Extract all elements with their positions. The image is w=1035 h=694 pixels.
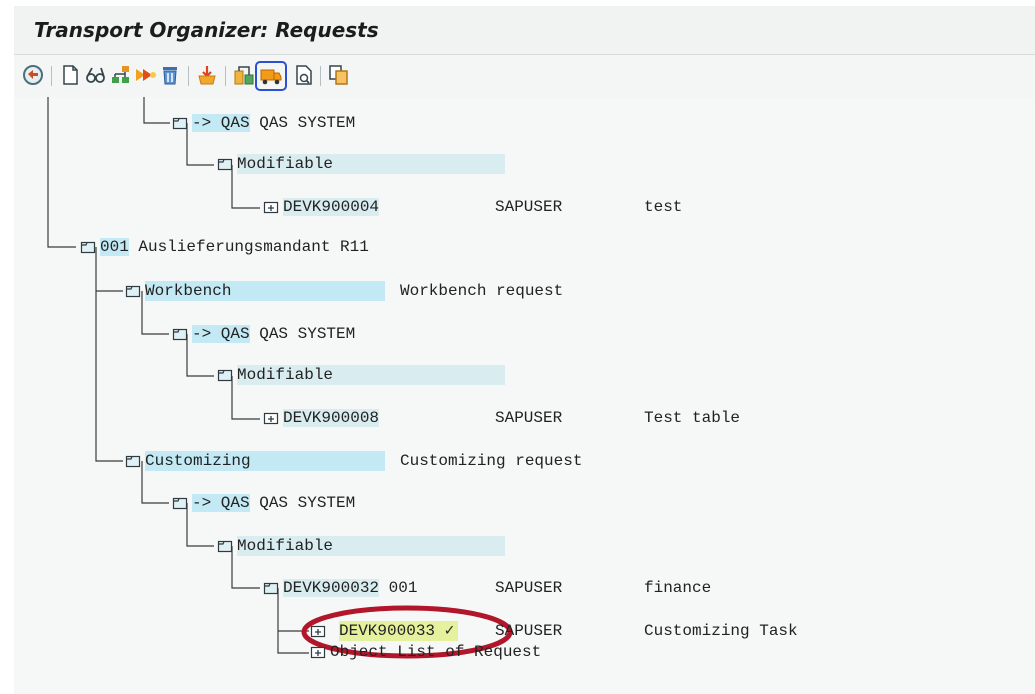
node-text: QAS SYSTEM bbox=[249, 114, 356, 132]
request-id: DEVK900033 bbox=[339, 622, 436, 640]
client-text: Auslieferungsmandant R11 bbox=[128, 238, 369, 256]
tree-node-modifiable-3[interactable]: Modifiable bbox=[237, 536, 505, 556]
folder-plus-icon[interactable] bbox=[263, 199, 279, 215]
folder-icon[interactable] bbox=[172, 495, 188, 511]
owner: SAPUSER bbox=[495, 622, 563, 640]
tree-node-customizing[interactable]: Customizing bbox=[145, 451, 385, 471]
folder-plus-icon[interactable] bbox=[310, 644, 326, 660]
request-id[interactable]: DEVK900004 bbox=[283, 198, 380, 216]
folder-icon[interactable] bbox=[172, 115, 188, 131]
copy-icon[interactable] bbox=[327, 63, 351, 87]
owner: SAPUSER bbox=[495, 579, 563, 597]
display-change-icon[interactable] bbox=[83, 63, 107, 87]
node-label: Customizing bbox=[145, 452, 251, 470]
node-label: Modifiable bbox=[237, 366, 334, 384]
folder-icon[interactable] bbox=[217, 367, 233, 383]
hierarchy-icon[interactable] bbox=[108, 63, 132, 87]
folder-icon[interactable] bbox=[217, 538, 233, 554]
folder-icon[interactable] bbox=[217, 156, 233, 172]
owner: SAPUSER bbox=[495, 198, 563, 216]
client-id[interactable]: 001 bbox=[100, 238, 129, 256]
tree-node-client-001: 001 Auslieferungsmandant R11 bbox=[100, 237, 369, 257]
import-icon[interactable] bbox=[195, 63, 219, 87]
title-bar: Transport Organizer: Requests bbox=[14, 6, 1035, 55]
tree-node-object-list[interactable]: Object List of Request bbox=[330, 642, 541, 662]
client-id: 001 bbox=[388, 579, 418, 597]
toolbar bbox=[14, 55, 1035, 97]
description: Test table bbox=[644, 409, 741, 427]
tree-node-modifiable-2[interactable]: Modifiable bbox=[237, 365, 505, 385]
tree-node-devk900033[interactable]: DEVK900033 ✓ bbox=[339, 621, 459, 641]
folder-plus-icon[interactable] bbox=[310, 623, 326, 639]
node-label[interactable]: -> QAS bbox=[192, 494, 250, 512]
new-document-icon[interactable] bbox=[58, 63, 82, 87]
node-text: QAS SYSTEM bbox=[249, 494, 356, 512]
tree-node-qas-3: -> QAS QAS SYSTEM bbox=[192, 493, 355, 513]
description: test bbox=[644, 198, 683, 216]
node-label: Object List of Request bbox=[330, 643, 542, 661]
node-label[interactable]: -> QAS bbox=[192, 114, 250, 132]
folder-plus-icon[interactable] bbox=[263, 410, 279, 426]
node-label: Modifiable bbox=[237, 155, 334, 173]
log-icon[interactable] bbox=[292, 63, 316, 87]
folder-icon[interactable] bbox=[263, 580, 279, 596]
tree-node-modifiable-1[interactable]: Modifiable bbox=[237, 154, 505, 174]
description: Customizing request bbox=[400, 452, 583, 470]
folder-icon[interactable] bbox=[172, 326, 188, 342]
tree-node-devk900032[interactable]: DEVK900032 001 bbox=[283, 578, 417, 598]
node-text: QAS SYSTEM bbox=[249, 325, 356, 343]
checkmark-icon: ✓ bbox=[444, 622, 455, 640]
page-title: Transport Organizer: Requests bbox=[34, 18, 379, 42]
app-window: Transport Organizer: Requests -> QAS QAS… bbox=[0, 0, 1035, 694]
node-label: Workbench bbox=[145, 282, 232, 300]
refresh-icon[interactable] bbox=[21, 63, 45, 87]
owner: SAPUSER bbox=[495, 409, 563, 427]
request-tree: -> QAS QAS SYSTEM Modifiable DEVK900004 … bbox=[14, 97, 1035, 694]
structure-icon[interactable] bbox=[232, 63, 256, 87]
description: Workbench request bbox=[400, 282, 564, 300]
toolbar-separator bbox=[188, 66, 189, 86]
request-id[interactable]: DEVK900032 bbox=[283, 579, 380, 597]
delete-icon[interactable] bbox=[158, 63, 182, 87]
folder-icon[interactable] bbox=[125, 283, 141, 299]
release-icon[interactable] bbox=[133, 63, 157, 87]
folder-icon[interactable] bbox=[80, 239, 96, 255]
description: finance bbox=[644, 579, 712, 597]
tree-node-devk900008[interactable]: DEVK900008 bbox=[283, 408, 380, 428]
description: Customizing Task bbox=[644, 622, 798, 640]
transport-truck-icon[interactable] bbox=[255, 61, 287, 91]
tree-connector-lines bbox=[47, 97, 513, 659]
tree-node-workbench[interactable]: Workbench bbox=[145, 281, 385, 301]
tree-node-qas-1: -> QAS QAS SYSTEM bbox=[192, 113, 355, 133]
folder-icon[interactable] bbox=[125, 453, 141, 469]
toolbar-separator bbox=[320, 66, 321, 86]
node-label: Modifiable bbox=[237, 537, 334, 555]
request-id[interactable]: DEVK900008 bbox=[283, 409, 380, 427]
node-label[interactable]: -> QAS bbox=[192, 325, 250, 343]
tree-node-qas-2: -> QAS QAS SYSTEM bbox=[192, 324, 355, 344]
toolbar-separator bbox=[225, 66, 226, 86]
tree-node-devk900004[interactable]: DEVK900004 bbox=[283, 197, 380, 217]
toolbar-separator bbox=[51, 66, 52, 86]
